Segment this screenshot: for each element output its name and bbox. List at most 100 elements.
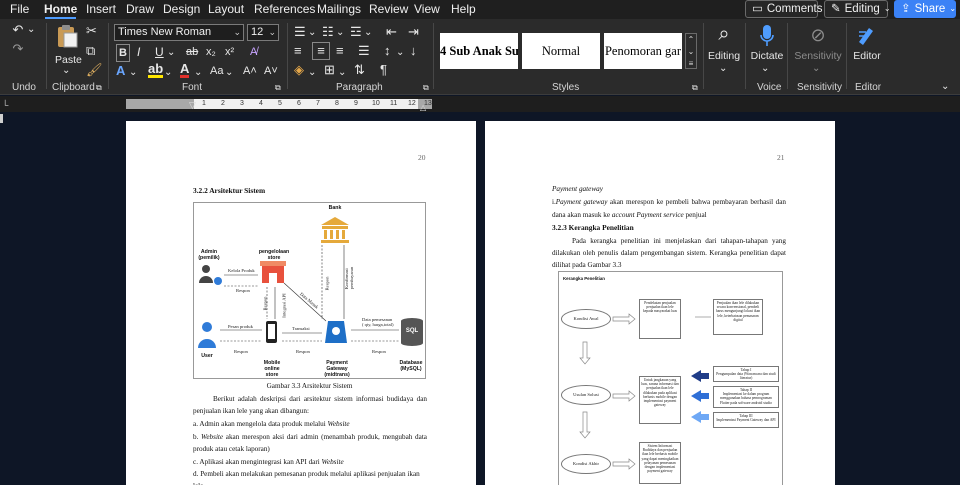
chevron-down-icon[interactable]: ⌄ [308,65,316,81]
sensitivity-icon[interactable]: ⊘ [808,24,828,46]
tab-layout[interactable]: Layout [208,1,244,18]
more-icon[interactable]: ≡ [686,58,696,70]
paragraph-line: lele [193,480,427,485]
align-left-icon[interactable]: ≡ [294,43,302,59]
strikethrough-icon[interactable]: ab [186,44,198,60]
multilevel-list-icon[interactable]: ☲ [350,24,362,40]
chevron-down-icon[interactable]: ⌄ [761,61,769,77]
chevron-down-icon[interactable]: ⌄ [336,25,344,41]
copy-icon[interactable]: ⧉ [86,43,95,59]
chevron-down-icon[interactable]: ⌄ [225,65,233,81]
search-icon[interactable]: ⌕ [713,23,735,45]
microphone-icon[interactable] [757,24,777,48]
tab-references[interactable]: References [254,1,315,18]
tab-file[interactable]: File [10,1,29,18]
align-right-icon[interactable]: ≡ [336,43,344,59]
cut-icon[interactable]: ✂ [86,23,97,39]
align-center-icon[interactable]: ≡ [312,42,330,60]
undo-dropdown-icon[interactable]: ⌄ [27,22,35,38]
decrease-indent-icon[interactable]: ⇤ [386,24,397,40]
undo-icon[interactable]: ↶ [10,22,26,38]
grow-font-icon[interactable]: A˄ [243,63,257,79]
tab-mailings[interactable]: Mailings [317,1,361,18]
document-canvas[interactable]: 20 3.2.2 Arsitektur Sistem Bank Admin (p… [0,112,960,485]
justify-icon[interactable]: ☰ [358,43,370,59]
separator [108,23,109,89]
chevron-down-icon[interactable]: ⌄ [396,45,404,61]
editing-mode-button[interactable]: ✎ Editing ⌄ [824,0,891,18]
dialog-launcher-icon[interactable]: ⧉ [423,80,429,96]
font-color-icon[interactable]: A [180,62,190,78]
framework-box: Sistem Informasi Budidaya dan penjualan … [639,442,681,484]
ribbon-collapse-icon[interactable]: ⌄ [941,79,949,95]
admin-icon [199,265,222,285]
increase-indent-icon[interactable]: ⇥ [408,24,419,40]
chevron-down-icon[interactable]: ⌄ [338,65,346,81]
chevron-up-icon[interactable]: ⌃ [686,34,696,46]
sort-icon[interactable]: ↓ [410,43,417,59]
tab-insert[interactable]: Insert [86,1,116,18]
editor-icon[interactable] [856,24,878,46]
style-penomoran[interactable]: Penomoran gar [604,33,682,69]
tab-selector-icon[interactable]: └ [2,97,8,113]
bold-icon[interactable]: B [116,44,130,62]
shading-icon[interactable]: ◈ [294,62,304,78]
style-sub-anak[interactable]: 4 Sub Anak Su [440,33,518,69]
bullets-icon[interactable]: ☰ [294,24,306,40]
chevron-down-icon[interactable]: ⌄ [308,25,316,41]
share-button[interactable]: ⇪ Share ⌄ [894,0,956,18]
page-21[interactable]: 21 Payment gateway i.Payment gateway aka… [485,121,835,485]
tab-review[interactable]: Review [369,1,408,18]
underline-icon[interactable]: U [155,44,164,60]
tab-design[interactable]: Design [163,1,200,18]
chevron-down-icon[interactable]: ⌄ [364,25,372,41]
dialog-launcher-icon[interactable]: ⧉ [275,80,281,96]
tab-view[interactable]: View [414,1,440,18]
chevron-down-icon[interactable]: ⌄ [719,61,727,77]
separator [787,23,788,89]
list-text: a. Admin akan mengelola data produk mela… [193,420,328,428]
comments-button[interactable]: ▭ Comments [745,0,822,18]
chevron-down-icon[interactable]: ⌄ [686,46,696,58]
chevron-down-icon[interactable]: ⌄ [812,61,820,77]
clear-formatting-icon[interactable]: A̸ [250,44,257,60]
page-20[interactable]: 20 3.2.2 Arsitektur Sistem Bank Admin (p… [126,121,476,485]
redo-icon[interactable]: ↷ [10,41,26,57]
tab-draw[interactable]: Draw [126,1,154,18]
borders-icon[interactable]: ⊞ [324,62,335,78]
text-effects-icon[interactable]: A [116,63,125,79]
style-normal[interactable]: Normal [522,33,600,69]
chevron-down-icon[interactable]: ⌄ [62,63,70,79]
italic-icon[interactable]: I [137,44,140,60]
chevron-down-icon[interactable]: ⌄ [194,65,202,81]
chevron-down-icon[interactable]: ⌄ [129,65,137,81]
page-number: 21 [777,153,785,162]
superscript-icon[interactable]: x² [225,44,234,60]
format-painter-icon[interactable]: 🖌 [86,62,103,78]
change-case-icon[interactable]: Aa [210,63,223,79]
chevron-down-icon[interactable]: ⌄ [167,45,175,61]
chevron-down-icon[interactable]: ⌄ [164,65,172,81]
line-spacing-icon[interactable]: ↕ [384,43,391,59]
edge-label: Kelola Produk [228,268,255,273]
styles-gallery-scroll[interactable]: ⌃ ⌄ ≡ [685,33,697,69]
shrink-font-icon[interactable]: A˅ [264,63,278,79]
numbering-icon[interactable]: ☷ [322,24,334,40]
tab-help[interactable]: Help [451,1,476,18]
subscript-icon[interactable]: x₂ [206,44,216,60]
indent-marker-icon[interactable]: ▽ [189,97,196,113]
highlight-icon[interactable]: ab [148,62,164,78]
show-formatting-icon[interactable]: ¶ [380,62,387,78]
font-size-combo[interactable]: 12 ⌄ [247,24,279,41]
font-name-combo[interactable]: Times New Roman ⌄ [114,24,244,41]
paste-icon[interactable] [55,23,79,49]
payment-gateway-icon [325,321,347,343]
tab-home[interactable]: Home [44,1,77,19]
editor-label[interactable]: Editor [849,50,885,62]
ruler-number: 2 [221,100,225,107]
comments-label: Comments [766,3,823,15]
dialog-launcher-icon[interactable]: ⧉ [692,80,698,96]
sort-az-icon[interactable]: ⇅ [354,62,365,78]
dialog-launcher-icon[interactable]: ⧉ [96,80,102,96]
horizontal-ruler[interactable]: └ 1 2 3 4 5 6 7 8 9 10 11 12 13 ▽ △ [0,96,960,112]
